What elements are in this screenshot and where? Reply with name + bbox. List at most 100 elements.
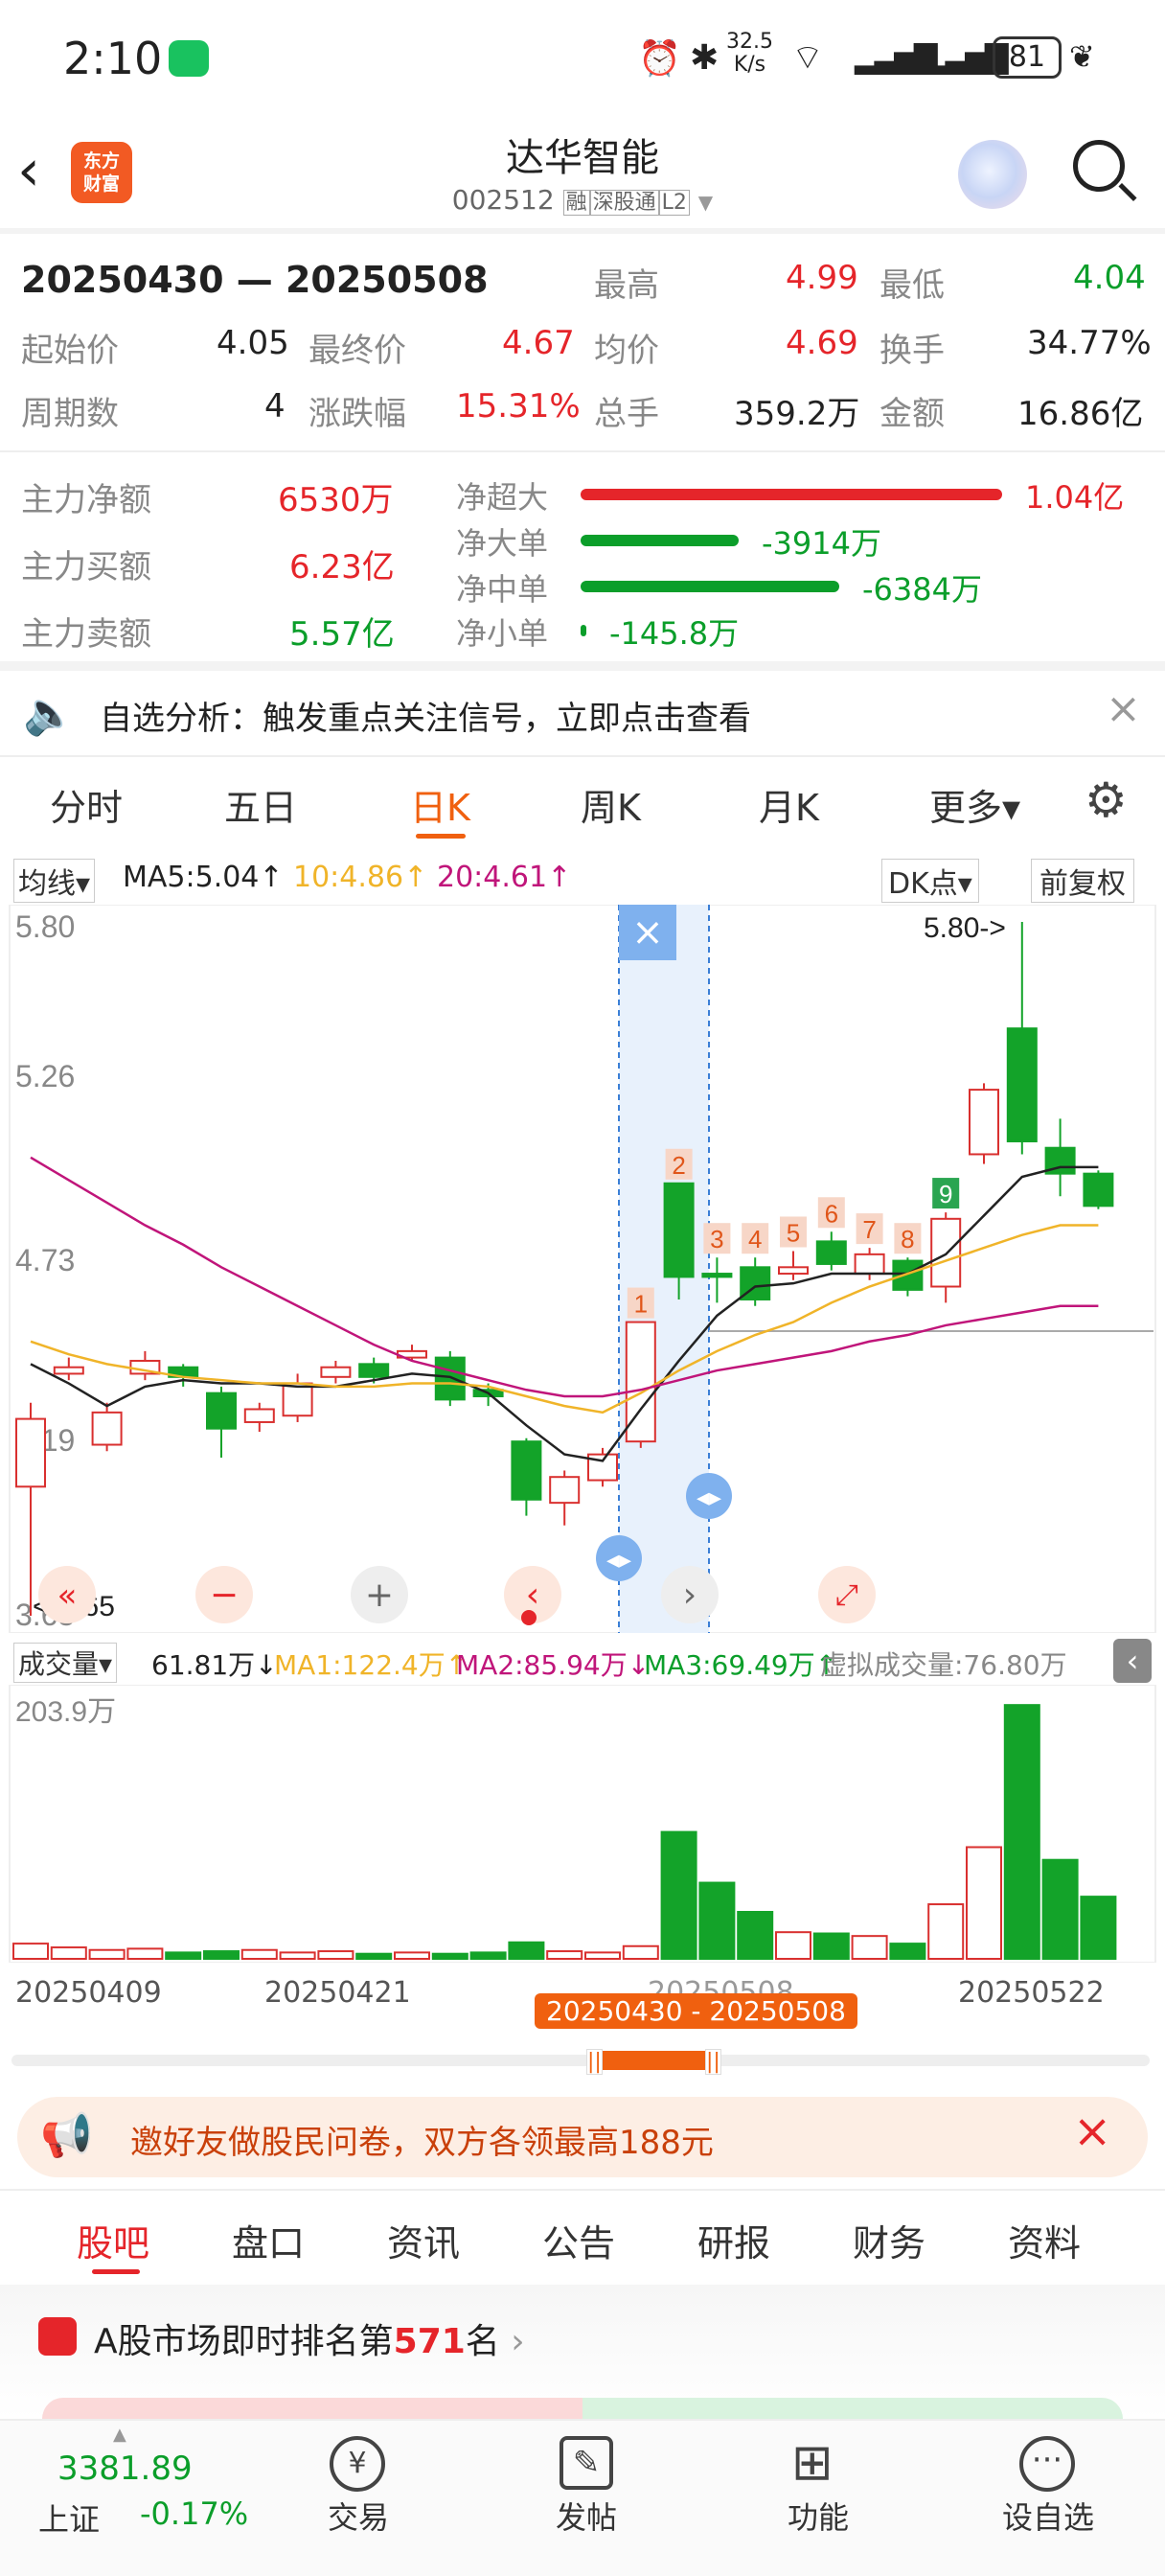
dock-trade[interactable]: 交易 (282, 2494, 435, 2538)
flow-value-2: -6384万 (862, 571, 982, 608)
amt-value: 16.86亿 (1017, 395, 1144, 433)
gear-icon[interactable]: ⚙ (1085, 772, 1128, 828)
tab-more[interactable]: 更多▾ (929, 778, 1020, 831)
candle-body (778, 1266, 809, 1276)
more-icon[interactable]: ··· (1019, 2436, 1075, 2492)
drag-icon: ◂▸ (606, 1546, 631, 1575)
post-icon[interactable]: ✎ (560, 2436, 613, 2490)
ma-bar: 均线▾ MA5:5.04↑ 10:4.86↑ 20:4.61↑ DK点▾ 前复权 (0, 855, 1165, 903)
slider-handle-right[interactable]: || (705, 2049, 721, 2075)
range-slider[interactable]: || || (11, 2049, 1150, 2075)
tab-weekk[interactable]: 周K (581, 778, 641, 831)
candle-body (206, 1392, 237, 1430)
vol-ma2: MA2:85.94万↓ (456, 1649, 651, 1681)
avg-label: 均价 (594, 332, 659, 370)
candle-body (434, 1356, 466, 1401)
dock-function[interactable]: 功能 (742, 2494, 895, 2538)
speaker-icon: 🔈 (23, 689, 76, 738)
tab-caiwu[interactable]: 财务 (853, 2214, 925, 2266)
tab-yanbao[interactable]: 研报 (697, 2214, 770, 2266)
volume-bar (355, 1952, 393, 1960)
volume-bar (1080, 1896, 1117, 1960)
volume-bar (50, 1946, 87, 1961)
trade-icon[interactable]: ¥ (330, 2436, 385, 2492)
volume-bar (622, 1944, 659, 1960)
dock-post[interactable]: 发帖 (510, 2494, 663, 2538)
count-value: 4 (264, 387, 286, 426)
bluetooth-icon: ✱ (690, 38, 720, 78)
tab-gonggao[interactable]: 公告 (542, 2214, 615, 2266)
volume-bar (889, 1943, 926, 1961)
index-chg[interactable]: -0.17% (140, 2496, 248, 2532)
megaphone-icon: 📢 (40, 2111, 93, 2160)
vol-select[interactable]: 成交量▾ (13, 1643, 118, 1683)
robot-avatar-icon[interactable] (958, 140, 1027, 209)
fq-button[interactable]: 前复权 (1031, 859, 1134, 903)
volume-bar (737, 1911, 774, 1961)
nav-bar: ‹ 东方 财富 达华智能 002512 融深股通 L2 ▼ (0, 115, 1165, 228)
tab-pankou[interactable]: 盘口 (232, 2214, 305, 2266)
rank-text: A股市场即时排名第571名 › (94, 2322, 525, 2361)
net-label: 主力净额 (21, 481, 151, 519)
volume-bar (431, 1952, 468, 1960)
volume-bar (203, 1950, 240, 1961)
search-icon[interactable] (1073, 140, 1125, 192)
signal-icon: ▂▃▅▇ (855, 38, 937, 75)
close-icon[interactable]: × (1106, 684, 1141, 733)
wifi-icon: ⌔ (791, 38, 824, 78)
y-label-mid: 4.73 (15, 1243, 75, 1277)
function-icon[interactable]: ⊞ (791, 2436, 834, 2490)
volume-bar (508, 1941, 545, 1960)
candle-body (15, 1417, 46, 1488)
chg-value: 15.31% (456, 387, 581, 426)
volume-bar (966, 1846, 1002, 1960)
caret-down-icon[interactable]: ▼ (698, 191, 713, 214)
notice-bar[interactable]: 🔈 自选分析：触发重点关注信号，立即点击查看 × (0, 671, 1165, 753)
tab-fiveday[interactable]: 五日 (224, 778, 297, 831)
dock-watchlist[interactable]: 设自选 (971, 2494, 1125, 2538)
flow-label-3: 净小单 (456, 615, 549, 652)
vol-value: 359.2万 (734, 395, 860, 433)
candle-body (1083, 1172, 1114, 1208)
volume-chart[interactable]: 203.9万 (0, 1685, 1165, 1963)
flow-bar-0 (581, 489, 1002, 500)
index-value[interactable]: 3381.89 (57, 2450, 193, 2488)
ma-select[interactable]: 均线▾ (13, 859, 96, 903)
volume-bar (775, 1931, 811, 1961)
chg-label: 涨跌幅 (308, 395, 406, 433)
rank-icon (38, 2317, 77, 2356)
signal-marker: 9 (939, 1180, 952, 1208)
index-name[interactable]: 上证 (38, 2496, 100, 2540)
rank-section[interactable]: A股市场即时排名第571名 › (0, 2285, 1165, 2419)
dk-select[interactable]: DK点▾ (881, 859, 979, 903)
tab-monthk[interactable]: 月K (759, 778, 819, 831)
ad-banner[interactable]: 📢 邀好友做股民问卷，双方各领最高188元 × (17, 2097, 1148, 2177)
collapse-button[interactable]: ‹ (1113, 1639, 1152, 1683)
expand-icon: ⤢ (835, 1578, 858, 1612)
open-value: 4.05 (217, 324, 289, 362)
tab-active-underline (416, 834, 466, 839)
volume-bar (698, 1881, 736, 1960)
flow-value-1: -3914万 (762, 525, 881, 562)
alarm-icon: ⏰ (638, 39, 681, 79)
tab-guba[interactable]: 股吧 (77, 2214, 149, 2266)
flow-value-3: -145.8万 (609, 615, 740, 652)
divider (0, 661, 1165, 671)
vol-max-label: 203.9万 (15, 1696, 116, 1728)
tab-dayk[interactable]: 日K (410, 778, 470, 831)
divider (0, 450, 1165, 452)
range-close-icon[interactable]: × (631, 910, 664, 954)
tab-ziliao[interactable]: 资料 (1008, 2214, 1081, 2266)
flow-label-0: 净超大 (456, 479, 549, 516)
tab-timeshare[interactable]: 分时 (50, 778, 123, 831)
tab-zixun[interactable]: 资讯 (387, 2214, 460, 2266)
candle-body (815, 1240, 847, 1265)
candle-body (701, 1273, 733, 1278)
chevron-left-icon: ‹ (526, 1576, 539, 1615)
sell-label: 主力卖额 (21, 615, 151, 654)
ad-close-icon[interactable]: × (1073, 2104, 1111, 2158)
volume-bar (851, 1935, 888, 1961)
slider-handle-left[interactable]: || (586, 2049, 603, 2075)
kline-chart[interactable]: 5.80 5.26 4.73 4.19 3.65 × 123456789 5.8… (0, 905, 1165, 1633)
candle-body (91, 1411, 123, 1446)
